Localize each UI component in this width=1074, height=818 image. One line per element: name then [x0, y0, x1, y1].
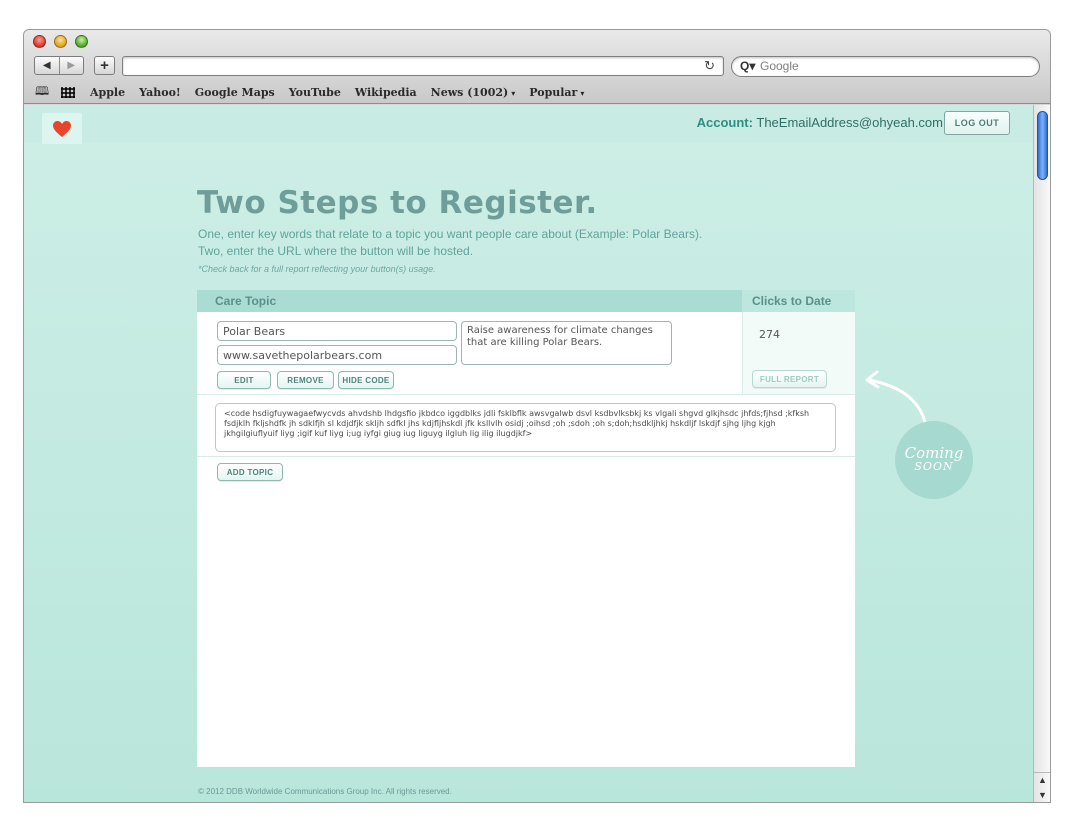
search-field[interactable]: Q▾ Google: [731, 56, 1040, 77]
forward-button[interactable]: ▶: [58, 57, 84, 74]
description-textarea[interactable]: Raise awareness for climate changes that…: [461, 321, 672, 365]
scroll-down-icon[interactable]: ▼: [1038, 790, 1047, 800]
chevron-down-icon: ▾: [580, 87, 585, 98]
curved-arrow-icon: [865, 370, 927, 424]
bookmark-popular[interactable]: Popular ▾: [529, 86, 584, 99]
bookmark-wikipedia[interactable]: Wikipedia: [355, 86, 417, 99]
bookmark-google-maps[interactable]: Google Maps: [195, 86, 275, 99]
account-info: Account: TheEmailAddress@ohyeah.com: [697, 115, 943, 130]
care-topic-input[interactable]: Polar Bears: [217, 321, 457, 341]
bookmark-youtube[interactable]: YouTube: [289, 86, 341, 99]
bookmark-news-label: News (1002): [430, 85, 509, 99]
row-divider: [197, 394, 855, 395]
add-topic-button[interactable]: ADD TOPIC: [217, 463, 283, 481]
url-input[interactable]: www.savethepolarbears.com: [217, 345, 457, 365]
close-window-button[interactable]: [33, 35, 46, 48]
bookmark-apple[interactable]: Apple: [90, 86, 125, 99]
intro-step-one: One, enter key words that relate to a to…: [198, 227, 703, 241]
coming-soon-badge: Coming SOON: [895, 421, 973, 499]
logo-tab[interactable]: [42, 113, 82, 144]
vertical-scrollbar[interactable]: ▲ ▼: [1033, 105, 1050, 802]
bookmarks-book-icon[interactable]: 🕮: [35, 82, 53, 103]
embed-code-box[interactable]: <code hsdigfuywagaefwycvds ahvdshb lhdgs…: [215, 403, 836, 452]
full-report-button[interactable]: FULL REPORT: [752, 370, 827, 388]
footer-copyright: © 2012 DDB Worldwide Communications Grou…: [198, 787, 452, 796]
remove-button[interactable]: REMOVE: [277, 371, 334, 389]
bookmark-popular-label: Popular: [529, 85, 578, 99]
scroll-arrows[interactable]: ▲ ▼: [1034, 772, 1050, 802]
coming-soon-line1: Coming: [904, 444, 964, 462]
add-bookmark-button[interactable]: +: [94, 56, 115, 75]
search-icon[interactable]: Q▾: [740, 59, 755, 73]
bookmark-news[interactable]: News (1002) ▾: [431, 86, 516, 99]
search-placeholder: Google: [760, 59, 799, 73]
scrollbar-thumb[interactable]: [1037, 111, 1048, 180]
hide-code-button[interactable]: HIDE CODE: [338, 371, 394, 389]
table-header: Care Topic Clicks to Date: [197, 290, 855, 312]
address-bar[interactable]: ↻: [122, 56, 724, 76]
browser-window: ◀ ▶ + ↻ Q▾ Google 🕮 Apple Yahoo! Google …: [24, 30, 1050, 802]
nav-buttons: ◀ ▶: [34, 56, 84, 75]
page-viewport: Account: TheEmailAddress@ohyeah.com LOG …: [24, 105, 1033, 802]
plus-icon: +: [100, 57, 109, 74]
reload-icon[interactable]: ↻: [704, 58, 715, 74]
row-divider: [197, 456, 855, 457]
back-button[interactable]: ◀: [35, 57, 59, 74]
browser-toolbar: ◀ ▶ + ↻ Q▾ Google 🕮 Apple Yahoo! Google …: [24, 30, 1050, 104]
intro-step-two: Two, enter the URL where the button will…: [198, 244, 474, 258]
intro-note: *Check back for a full report reflecting…: [198, 264, 436, 274]
account-label: Account:: [696, 115, 753, 130]
edit-button[interactable]: EDIT: [217, 371, 271, 389]
bookmark-yahoo[interactable]: Yahoo!: [139, 86, 181, 99]
scroll-up-icon[interactable]: ▲: [1038, 775, 1047, 785]
bookmarks-bar: 🕮 Apple Yahoo! Google Maps YouTube Wikip…: [24, 82, 1050, 102]
zoom-window-button[interactable]: [75, 35, 88, 48]
heart-logo-icon: [53, 120, 71, 137]
column-clicks-to-date: Clicks to Date: [752, 294, 832, 308]
account-email: TheEmailAddress@ohyeah.com: [756, 115, 943, 130]
topics-panel: Care Topic Clicks to Date Polar Bears ww…: [197, 290, 855, 767]
back-icon: ◀: [42, 60, 51, 71]
page-title: Two Steps to Register.: [197, 185, 598, 221]
chevron-down-icon: ▾: [511, 87, 516, 98]
minimize-window-button[interactable]: [54, 35, 67, 48]
clicks-count: 274: [759, 328, 780, 341]
forward-icon: ▶: [67, 60, 76, 71]
logout-button[interactable]: LOG OUT: [944, 111, 1010, 135]
top-sites-grid-icon[interactable]: [61, 86, 75, 98]
coming-soon-line2: SOON: [914, 460, 954, 473]
site-header: Account: TheEmailAddress@ohyeah.com LOG …: [24, 105, 1033, 144]
column-care-topic: Care Topic: [215, 294, 277, 308]
